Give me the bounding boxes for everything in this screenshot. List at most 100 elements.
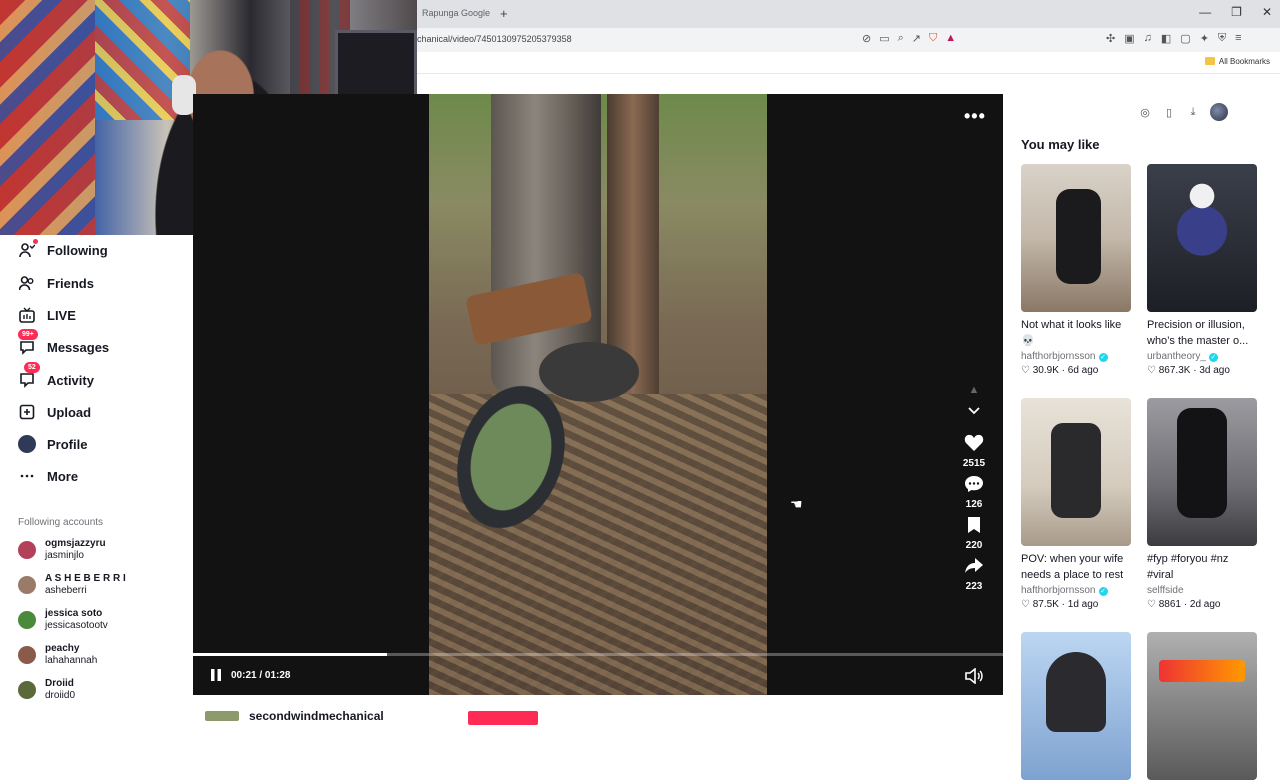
video-caption: Precision or illusion, who’s the master …: [1147, 319, 1249, 347]
video-author[interactable]: hafthorbjornsson ✓: [1021, 585, 1131, 596]
you-may-like-title: You may like: [1021, 137, 1100, 152]
avatar: [18, 681, 36, 699]
following-account[interactable]: ogmsjazzyru jasminjlo: [18, 535, 106, 565]
upload-icon: [18, 403, 36, 421]
minimize-icon[interactable]: —: [1199, 5, 1211, 19]
verified-icon: ✓: [1208, 353, 1218, 362]
video-thumbnail: [1147, 398, 1257, 546]
comment-count: 126: [965, 499, 983, 510]
video-caption: Not what it looks like 💀: [1021, 319, 1122, 347]
video-author[interactable]: selffside: [1147, 585, 1257, 596]
all-bookmarks[interactable]: All Bookmarks: [1204, 57, 1270, 66]
user-avatar[interactable]: [1210, 103, 1228, 121]
recommended-video-card[interactable]: POV: when your wife needs a place to res…: [1021, 398, 1131, 610]
recommended-video-card[interactable]: [1147, 632, 1257, 780]
sidebar-item-messages[interactable]: 99+ Messages: [18, 329, 109, 359]
triangle-icon[interactable]: ▲: [945, 32, 956, 45]
video-author[interactable]: urbantheory_ ✓: [1147, 351, 1257, 362]
music-icon[interactable]: ♫: [1144, 32, 1152, 45]
restore-icon[interactable]: ❐: [1231, 5, 1242, 19]
chevron-up-icon[interactable]: ▲: [953, 384, 995, 406]
shield-icon[interactable]: ⛉: [929, 32, 937, 45]
share-arrow-icon: [953, 557, 995, 577]
sidebar-item-more[interactable]: More: [18, 464, 78, 488]
download-icon[interactable]: ⤓: [1186, 105, 1200, 119]
friends-icon: [18, 274, 36, 292]
video-caption: #fyp #foryou #nz #viral: [1147, 553, 1229, 581]
recommended-video-card[interactable]: Precision or illusion, who’s the master …: [1147, 164, 1257, 376]
video-player[interactable]: ••• ▲ 2515 126 220 223 ☚ 00:21 / 01:28: [193, 94, 1003, 695]
share-count: 223: [965, 581, 983, 592]
menu-icon[interactable]: ≡: [1235, 32, 1241, 45]
screenshot-icon[interactable]: ▢: [1180, 32, 1190, 45]
recommended-video-card[interactable]: Not what it looks like 💀 hafthorbjornsso…: [1021, 164, 1131, 376]
phone-icon[interactable]: ▯: [1162, 105, 1176, 119]
close-icon[interactable]: ✕: [1262, 5, 1272, 19]
comment-icon: [953, 475, 995, 495]
puzzle-icon[interactable]: ✣: [1106, 32, 1115, 45]
zoom-icon[interactable]: ⌕: [898, 32, 904, 45]
activity-icon: 52: [18, 362, 40, 389]
following-account[interactable]: Droiid droiid0: [18, 675, 75, 705]
like-count: 2515: [962, 458, 986, 469]
sidebar-item-friends[interactable]: Friends: [18, 271, 94, 295]
sparkle-icon[interactable]: ✦: [1200, 32, 1209, 45]
avatar: [18, 541, 36, 559]
cast-icon[interactable]: ▭: [879, 32, 889, 45]
video-stats: ♡ 87.5K · 1d ago: [1021, 599, 1099, 610]
vpn-icon[interactable]: ⛨: [1218, 32, 1226, 45]
sidebar-item-following[interactable]: Following: [18, 238, 108, 262]
chevron-down-icon[interactable]: [953, 406, 995, 428]
heart-outline-icon: ♡: [1021, 599, 1030, 610]
progress-bar[interactable]: [193, 653, 1003, 656]
messages-badge: 99+: [18, 329, 38, 340]
share-button[interactable]: 223: [953, 557, 995, 592]
left-sidebar: Following Friends LIVE 99+ Messages 52 A…: [0, 235, 193, 720]
video-stats: ♡ 30.9K · 6d ago: [1021, 365, 1099, 376]
recommended-video-card[interactable]: #fyp #foryou #nz #viral selffside ♡ 8861…: [1147, 398, 1257, 610]
sidebar-item-live[interactable]: LIVE: [18, 303, 76, 327]
video-author[interactable]: hafthorbjornsson ✓: [1021, 351, 1131, 362]
recommended-video-card[interactable]: [1021, 632, 1131, 780]
url-field[interactable]: echanical/video/7450130975205379358: [412, 34, 572, 44]
wallet-icon[interactable]: ▣: [1124, 32, 1134, 45]
video-info-bar: secondwindmechanical: [193, 695, 1003, 725]
address-icons: ⊘ ▭ ⌕ ↗ ⛉ ▲: [862, 32, 956, 45]
sidebar-item-activity[interactable]: 52 Activity: [18, 362, 94, 392]
video-thumbnail: [1021, 398, 1131, 546]
save-button[interactable]: 220: [953, 516, 995, 551]
sidebar-item-upload[interactable]: Upload: [18, 400, 91, 424]
more-options-button[interactable]: •••: [964, 106, 986, 127]
creator-username[interactable]: secondwindmechanical: [249, 709, 384, 723]
playback-time: 00:21 / 01:28: [231, 670, 291, 681]
save-count: 220: [965, 540, 983, 551]
compass-icon[interactable]: ◎: [1138, 105, 1152, 119]
volume-button[interactable]: [965, 667, 983, 689]
like-button[interactable]: 2515: [953, 434, 995, 469]
following-account[interactable]: peachy lahahannah: [18, 640, 97, 670]
volume-icon: [965, 667, 983, 685]
sidebar-item-profile[interactable]: Profile: [18, 432, 87, 456]
following-account[interactable]: jessica soto jessicasotootv: [18, 605, 108, 635]
following-icon: [18, 239, 38, 259]
video-frame[interactable]: [429, 94, 767, 695]
video-thumbnail: [1147, 164, 1257, 312]
share-icon[interactable]: ↗: [912, 32, 921, 45]
video-caption: POV: when your wife needs a place to res…: [1021, 553, 1124, 581]
sidebar-icon[interactable]: ◧: [1161, 32, 1171, 45]
no-tracking-icon[interactable]: ⊘: [862, 32, 871, 45]
verified-icon: ✓: [1098, 587, 1108, 596]
action-bar: ▲ 2515 126 220 223: [953, 384, 995, 592]
hand-cursor-icon: ☚: [790, 496, 803, 512]
pause-button[interactable]: [209, 668, 223, 687]
following-account[interactable]: A S H E B E R R Iasheberri: [18, 570, 126, 600]
comment-button[interactable]: 126: [953, 475, 995, 510]
following-accounts-title: Following accounts: [18, 517, 104, 528]
live-icon: [18, 306, 36, 324]
new-tab-button[interactable]: +: [500, 6, 508, 21]
messages-icon: 99+: [18, 329, 38, 356]
avatar: [18, 576, 36, 594]
verified-icon: ✓: [1098, 353, 1108, 362]
follow-button[interactable]: [468, 711, 538, 725]
video-stats: ♡ 8861 · 2d ago: [1147, 599, 1221, 610]
